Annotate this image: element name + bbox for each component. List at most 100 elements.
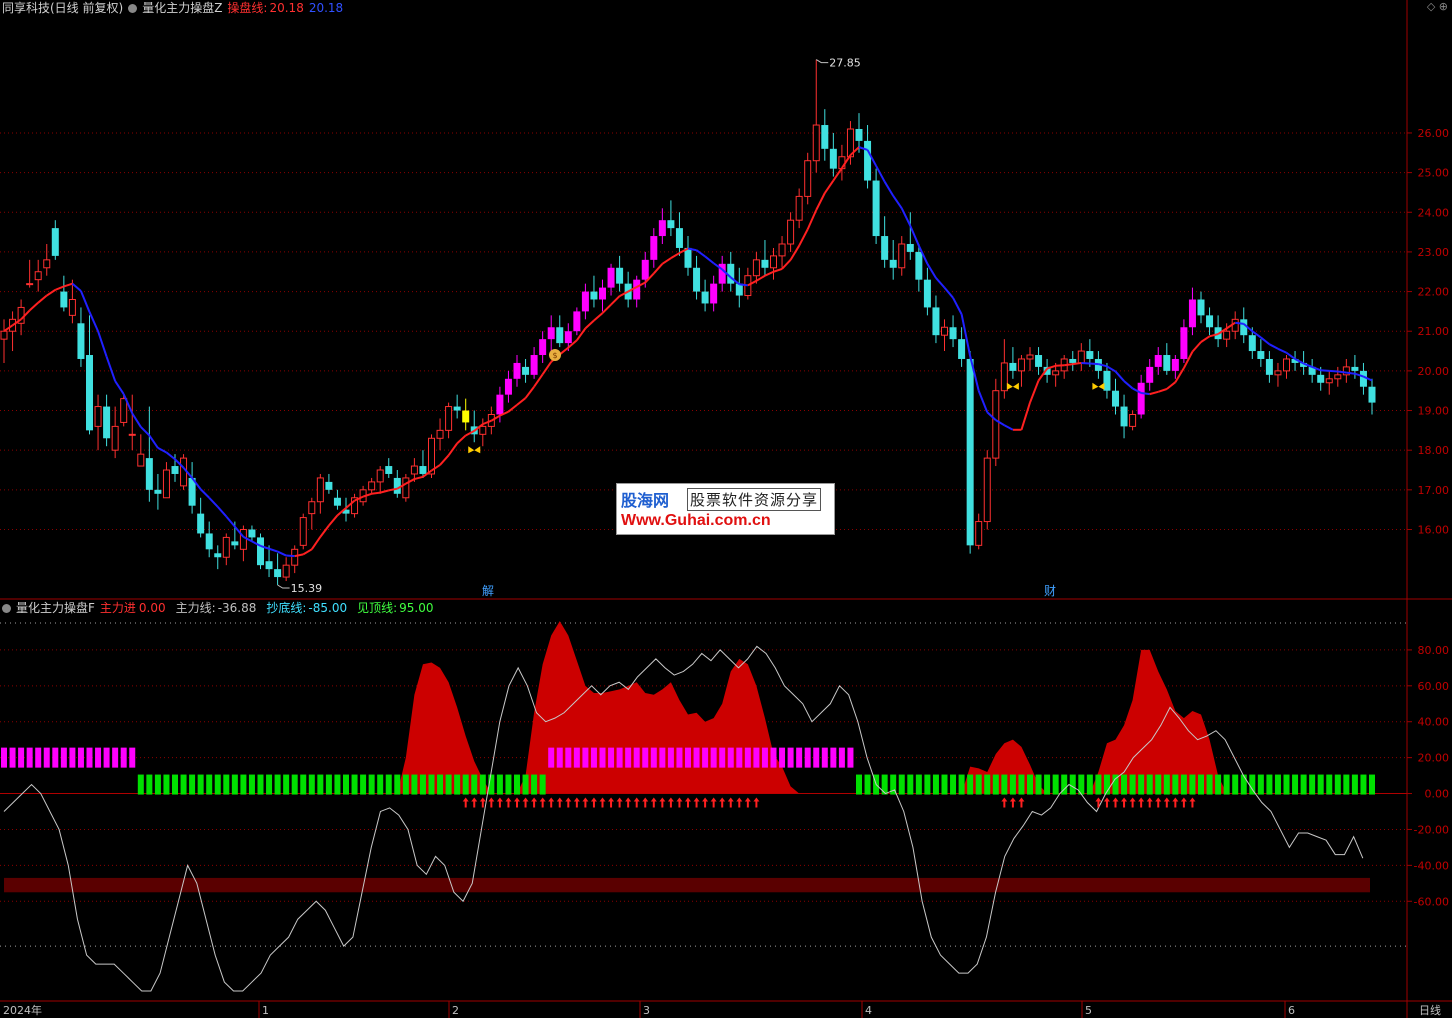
green-bar — [531, 774, 538, 795]
y-tick-label: 80.00 — [1418, 644, 1450, 657]
magenta-bar — [770, 747, 777, 768]
operating-line-segment — [892, 195, 903, 209]
candle-body — [1112, 390, 1119, 407]
candle — [325, 473, 333, 494]
y-tick-label: -40.00 — [1414, 859, 1449, 872]
green-bar — [248, 774, 255, 795]
operating-line-segment — [1089, 362, 1099, 366]
green-bar — [471, 774, 478, 795]
green-bar — [1232, 774, 1239, 795]
candle — [581, 283, 589, 320]
green-bar — [950, 774, 957, 795]
candle-body — [675, 228, 683, 248]
operating-line-segment — [1149, 390, 1159, 396]
candle-body — [1171, 358, 1179, 371]
candle-body — [821, 125, 829, 149]
candle-body — [958, 339, 966, 359]
green-bar — [172, 774, 178, 795]
candle — [821, 109, 829, 161]
buy-arrow-icon — [1146, 797, 1153, 808]
candle — [855, 113, 863, 153]
buy-arrow-icon — [1121, 797, 1128, 808]
operating-line-segment — [1114, 370, 1125, 382]
candle-body — [171, 466, 179, 474]
candle — [778, 236, 786, 268]
green-bar — [992, 774, 999, 795]
magenta-bar — [1, 747, 7, 768]
candle — [393, 470, 401, 498]
candle — [573, 307, 581, 336]
candle — [316, 473, 324, 514]
operating-line-segment — [208, 497, 219, 508]
green-bar — [428, 774, 435, 795]
operating-line-segment — [37, 294, 48, 304]
buy-arrow-icon — [582, 797, 589, 808]
candle-body — [137, 453, 145, 467]
buy-arrow-icon — [608, 797, 615, 808]
buy-arrow-icon — [710, 797, 717, 808]
candle — [1188, 287, 1196, 336]
y-tick-label: 20.00 — [1418, 365, 1450, 378]
candle-body — [530, 355, 538, 375]
candle — [1359, 362, 1367, 395]
candle-body — [145, 458, 153, 490]
candle-body — [599, 287, 606, 300]
operating-line-segment — [88, 311, 99, 332]
magenta-bar — [616, 747, 623, 768]
candle — [710, 275, 718, 312]
buy-arrow-icon — [1189, 797, 1196, 808]
y-tick-label: 21.00 — [1418, 325, 1450, 338]
x-tick-label: 3 — [643, 1004, 650, 1017]
window-controls[interactable]: ◇ ⊕ — [1427, 0, 1448, 13]
magenta-bar — [86, 747, 93, 768]
magenta-bar — [9, 747, 16, 768]
buy-arrow-icon — [1129, 797, 1136, 808]
watermark-url: Www.Guhai.com.cn — [621, 512, 771, 529]
candle — [658, 208, 666, 244]
candle-body — [1129, 413, 1137, 427]
candle — [795, 188, 803, 229]
buy-arrow-icon — [599, 797, 606, 808]
buy-arrow-icon — [1138, 797, 1145, 808]
operating-line-segment — [1260, 336, 1271, 346]
candle — [1129, 410, 1137, 431]
candle-body — [787, 219, 795, 245]
candle — [257, 533, 264, 570]
candle-body — [86, 355, 93, 431]
candle-body — [1137, 382, 1145, 415]
marker-cai: 财 — [1044, 584, 1056, 598]
candle — [966, 351, 974, 554]
candle — [556, 315, 564, 348]
operating-line-segment — [533, 373, 544, 388]
green-bar — [1129, 774, 1136, 795]
buy-arrow-icon — [471, 797, 478, 808]
legend-top-line: 见顶线: 95.00 — [357, 601, 434, 615]
candle-body — [641, 259, 649, 280]
green-bar — [881, 774, 888, 795]
operating-line-segment — [54, 285, 65, 291]
buy-arrow-icon — [573, 797, 580, 808]
buy-arrow-icon — [642, 797, 649, 808]
green-bar — [325, 774, 332, 795]
buy-arrow-icon — [488, 797, 495, 808]
candle-body — [410, 465, 418, 475]
candle-body — [68, 299, 76, 316]
operating-line-segment — [935, 277, 946, 289]
indicator-toggle-icon[interactable] — [2, 604, 11, 613]
line-label: 操盘线: — [227, 1, 268, 15]
indicator-toggle-icon[interactable] — [128, 4, 138, 13]
magenta-bar — [736, 747, 743, 768]
operating-line-segment — [456, 434, 467, 445]
candle — [504, 370, 512, 403]
candle-body — [51, 228, 59, 256]
magenta-bar — [608, 747, 615, 768]
candle-body — [1086, 351, 1094, 359]
operating-line-segment — [875, 165, 886, 183]
candle — [1308, 358, 1316, 383]
magenta-bar — [565, 747, 572, 768]
operating-line-segment — [439, 454, 450, 466]
watermark-brand: 股海网 — [621, 491, 670, 510]
candle-body — [864, 140, 872, 181]
candle — [1334, 366, 1342, 387]
candle — [214, 545, 222, 570]
